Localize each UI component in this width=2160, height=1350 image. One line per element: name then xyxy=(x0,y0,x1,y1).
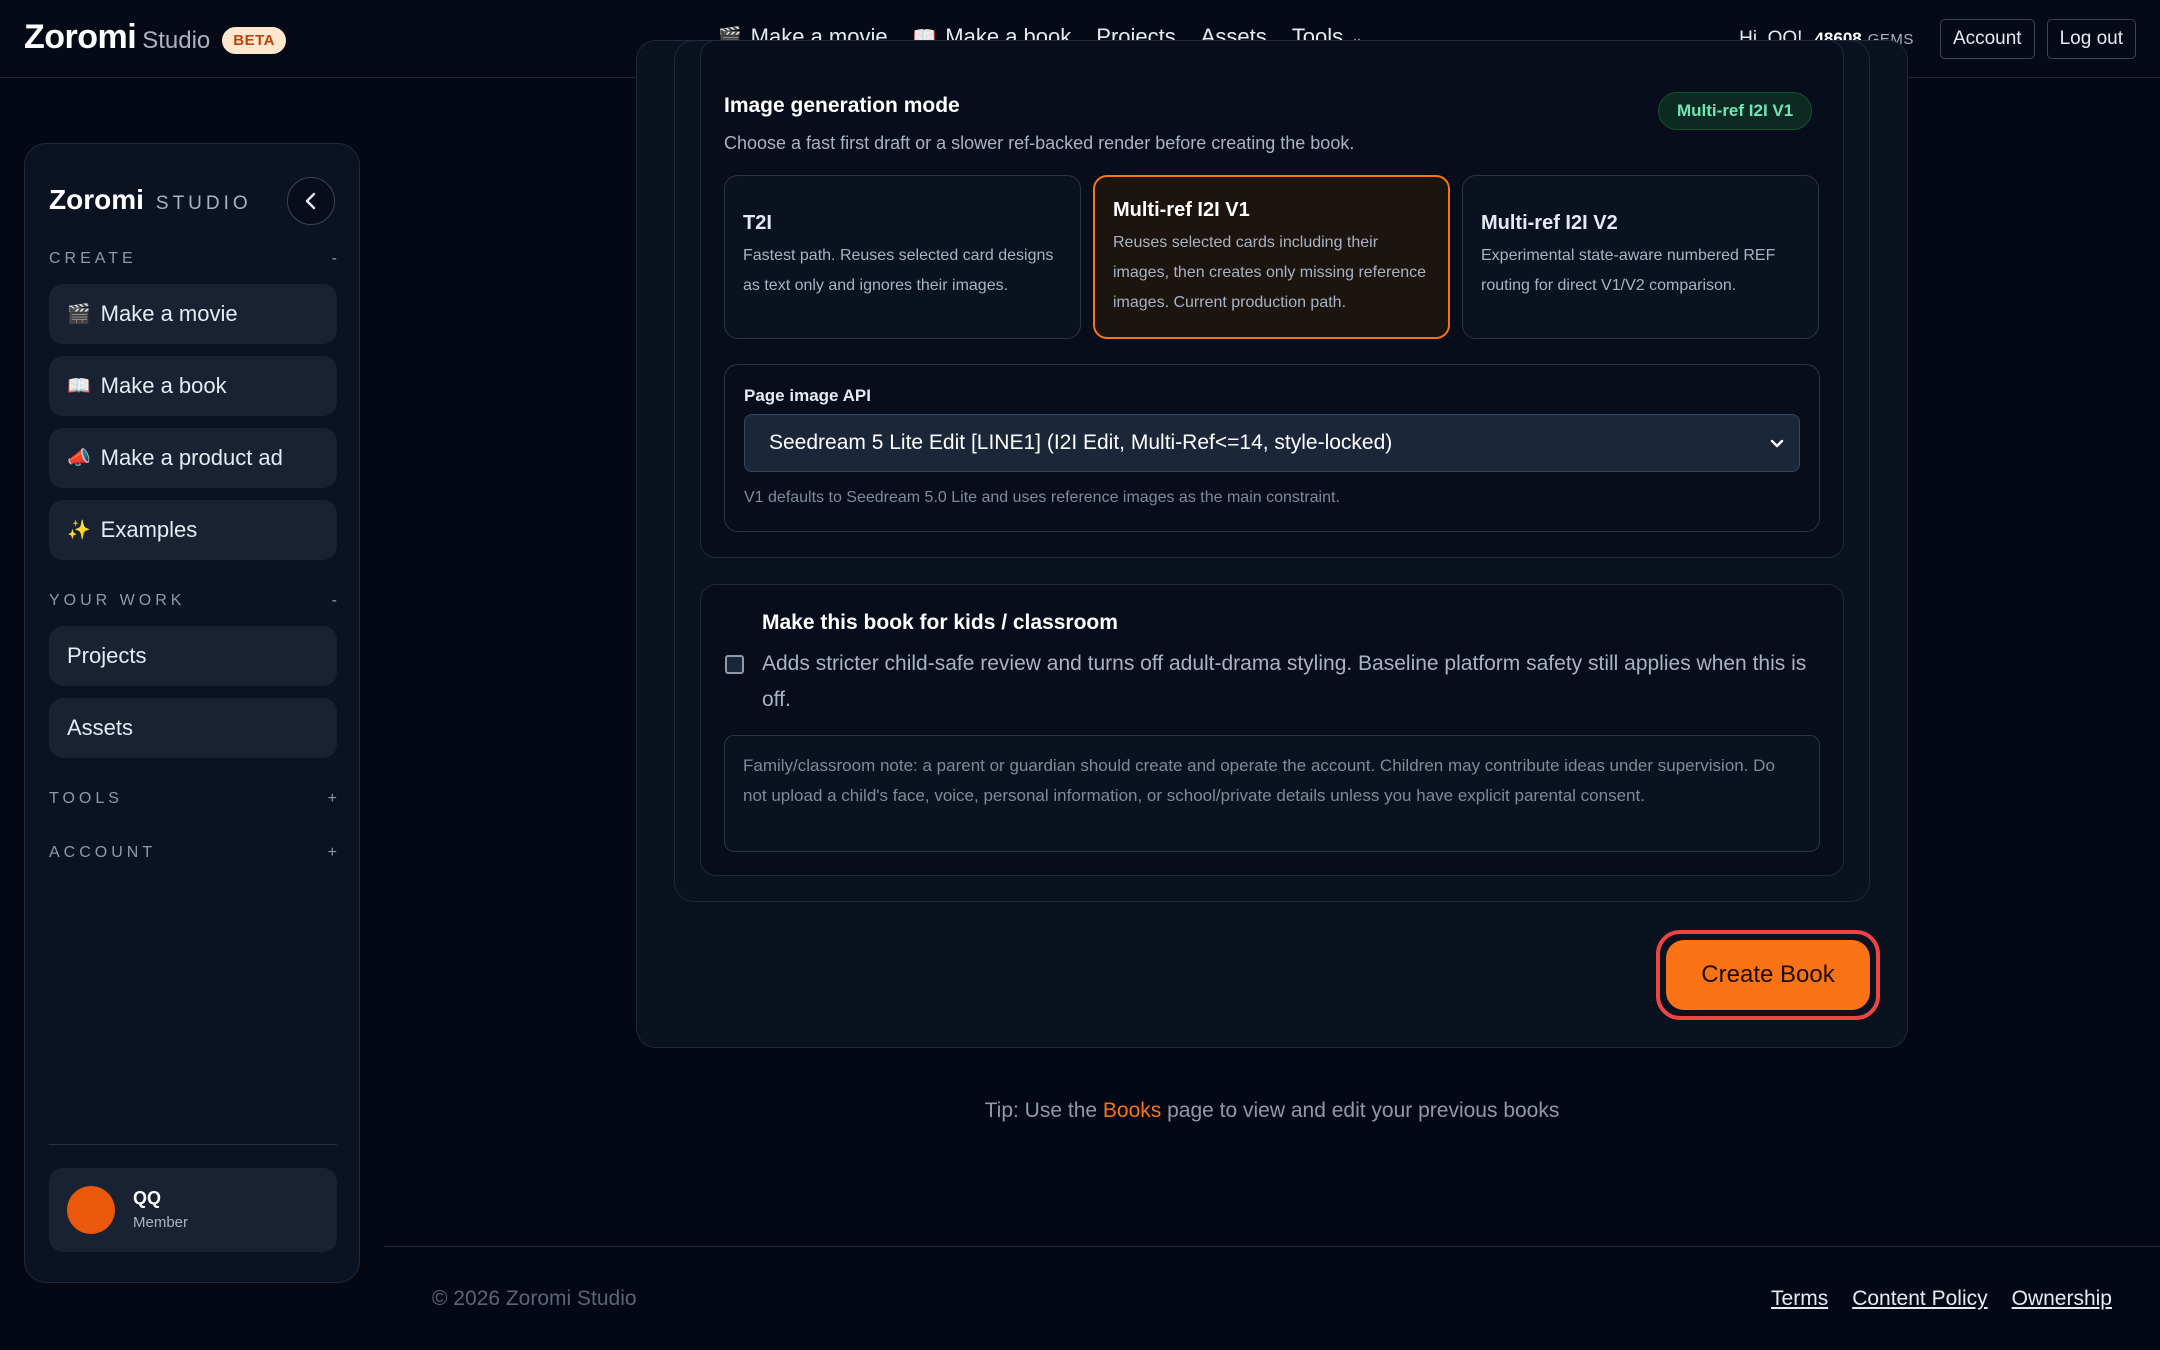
section-create-label: CREATE xyxy=(49,250,137,267)
chevron-left-icon xyxy=(305,192,316,210)
section-create-toggle[interactable]: - xyxy=(332,250,337,268)
book-icon: 📖 xyxy=(67,376,91,397)
sidebar-item-assets[interactable]: Assets xyxy=(49,698,337,758)
mode-option-title: Multi-ref I2I V1 xyxy=(1113,199,1250,221)
sidebar-item-projects[interactable]: Projects xyxy=(49,626,337,686)
kids-mode-description: Adds stricter child-safe review and turn… xyxy=(762,652,1807,711)
sidebar-divider xyxy=(49,1144,337,1145)
sidebar-brand-name: Zoromi xyxy=(49,184,144,215)
sidebar-brand[interactable]: Zoromi STUDIO xyxy=(49,184,252,216)
footer-link-terms[interactable]: Terms xyxy=(1771,1287,1828,1311)
chevron-down-icon xyxy=(1770,439,1784,448)
logout-button[interactable]: Log out xyxy=(2046,19,2136,59)
page-image-api-note: V1 defaults to Seedream 5.0 Lite and use… xyxy=(744,489,1340,506)
footer-links: Terms Content Policy Ownership xyxy=(1747,1287,2112,1311)
page-image-api-label: Page image API xyxy=(744,386,871,405)
user-name: QQ xyxy=(133,1188,162,1208)
sidebar-item-label: Projects xyxy=(67,643,147,668)
sidebar-item-examples[interactable]: ✨ Examples xyxy=(49,500,337,560)
mode-option-desc: Reuses selected cards including their im… xyxy=(1113,234,1427,311)
section-your-work-label: YOUR WORK xyxy=(49,592,186,609)
tip-suffix: page to view and edit your previous book… xyxy=(1161,1099,1560,1122)
brand-logo[interactable]: Zoromi Studio BETA xyxy=(24,18,287,57)
kids-mode-title[interactable]: Make this book for kids / classroom xyxy=(762,611,1118,635)
mode-status-badge: Multi-ref I2I V1 xyxy=(1658,92,1813,130)
section-account[interactable]: ACCOUNT + xyxy=(49,844,337,862)
sidebar-brand-sub: STUDIO xyxy=(155,193,252,214)
user-card[interactable]: QQ Member xyxy=(49,1168,337,1252)
api-select-value: Seedream 5 Lite Edit [LINE1] (I2I Edit, … xyxy=(769,431,1393,454)
megaphone-icon: 📣 xyxy=(67,448,91,469)
brand-sub: Studio xyxy=(142,26,211,54)
sidebar-item-make-product-ad[interactable]: 📣 Make a product ad xyxy=(49,428,337,488)
sidebar-item-make-movie[interactable]: 🎬 Make a movie xyxy=(49,284,337,344)
books-link[interactable]: Books xyxy=(1103,1099,1161,1122)
section-account-toggle[interactable]: + xyxy=(328,844,337,862)
section-your-work-toggle[interactable]: - xyxy=(332,592,337,610)
create-book-button[interactable]: Create Book xyxy=(1666,940,1870,1010)
sidebar-item-label: Make a product ad xyxy=(100,445,283,470)
section-create[interactable]: CREATE - xyxy=(49,250,337,268)
mode-option-multiref-v2[interactable]: Multi-ref I2I V2 Experimental state-awar… xyxy=(1462,175,1819,339)
avatar xyxy=(67,1186,115,1234)
mode-option-title: Multi-ref I2I V2 xyxy=(1481,212,1618,234)
section-your-work[interactable]: YOUR WORK - xyxy=(49,592,337,610)
section-account-label: ACCOUNT xyxy=(49,844,157,861)
mode-option-multiref-v1[interactable]: Multi-ref I2I V1 Reuses selected cards i… xyxy=(1093,175,1450,339)
sidebar-item-label: Make a book xyxy=(100,373,227,398)
sidebar-item-label: Make a movie xyxy=(100,301,238,326)
footer-divider xyxy=(384,1246,2160,1247)
beta-badge: BETA xyxy=(222,27,287,54)
family-classroom-note: Family/classroom note: a parent or guard… xyxy=(724,735,1820,852)
image-mode-title: Image generation mode xyxy=(724,94,960,117)
mode-option-desc: Experimental state-aware numbered REF ro… xyxy=(1481,247,1776,294)
clapperboard-icon: 🎬 xyxy=(67,304,91,325)
tip-prefix: Tip: Use the xyxy=(984,1099,1103,1122)
brand-name: Zoromi xyxy=(24,18,137,56)
account-button[interactable]: Account xyxy=(1939,19,2035,59)
sidebar-item-make-book[interactable]: 📖 Make a book xyxy=(49,356,337,416)
footer-link-content-policy[interactable]: Content Policy xyxy=(1852,1287,1987,1311)
sidebar-item-label: Assets xyxy=(67,715,134,740)
mode-option-desc: Fastest path. Reuses selected card desig… xyxy=(743,247,1054,294)
tip-text: Tip: Use the Books page to view and edit… xyxy=(0,1099,2160,1123)
collapse-sidebar-button[interactable] xyxy=(287,177,335,225)
user-role: Member xyxy=(133,1214,189,1231)
section-tools-label: TOOLS xyxy=(49,790,123,807)
mode-option-t2i[interactable]: T2I Fastest path. Reuses selected card d… xyxy=(724,175,1081,339)
footer-copyright: © 2026 Zoromi Studio xyxy=(432,1287,637,1310)
image-mode-description: Choose a fast first draft or a slower re… xyxy=(724,133,1355,153)
section-tools[interactable]: TOOLS + xyxy=(49,790,337,808)
sidebar-item-label: Examples xyxy=(100,517,198,542)
mode-option-title: T2I xyxy=(743,212,772,234)
footer-link-ownership[interactable]: Ownership xyxy=(2012,1287,2112,1311)
section-tools-toggle[interactable]: + xyxy=(328,790,337,808)
kids-mode-checkbox[interactable] xyxy=(725,655,744,674)
page-image-api-select[interactable]: Seedream 5 Lite Edit [LINE1] (I2I Edit, … xyxy=(744,414,1800,472)
sparkles-icon: ✨ xyxy=(67,520,91,541)
